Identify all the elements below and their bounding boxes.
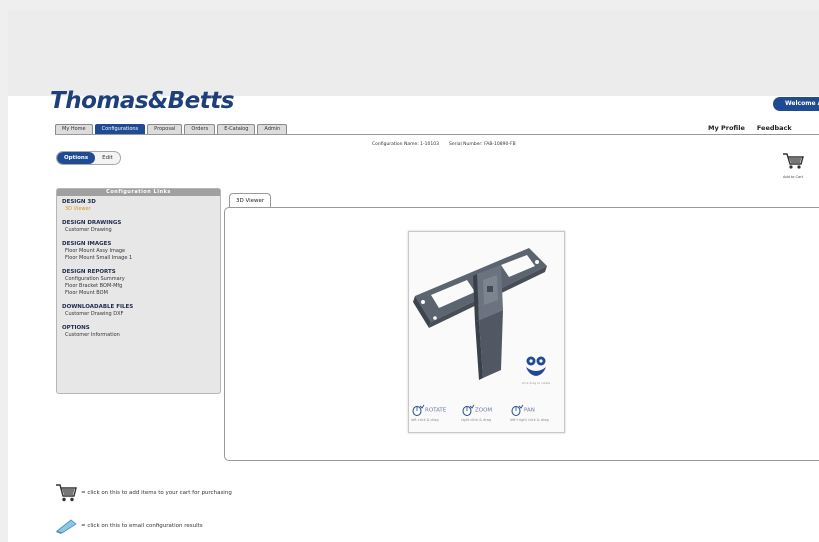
cart-icon[interactable] (55, 483, 77, 503)
rotate-control[interactable]: ROTATE left click & drag (411, 404, 446, 422)
link-customer-drawing-dxf[interactable]: Customer Drawing DXF (62, 311, 220, 318)
configuration-info: Configuration Name: 1-10103 Serial Numbe… (372, 142, 516, 147)
tab-3d-viewer[interactable]: 3D Viewer (229, 193, 272, 208)
panel-title: Configuration Links (57, 189, 220, 196)
top-band (8, 10, 819, 96)
section-design-reports: DESIGN REPORTS Configuration Summary Flo… (62, 268, 220, 297)
pan-control[interactable]: PAN left+right click & drag (510, 404, 549, 422)
email-icon[interactable] (55, 518, 77, 534)
serial-number: Serial Number: FAB-10890-FB (448, 142, 516, 147)
rotate-label: ROTATE (425, 407, 447, 414)
3d-viewer-frame[interactable]: click drag to rotate ROTATE left click &… (408, 231, 565, 433)
viewer-nav-icon (526, 356, 546, 376)
section-title: DOWNLOADABLE FILES (62, 304, 134, 310)
welcome-badge: Welcome A (773, 97, 819, 111)
tab-underline (55, 134, 819, 135)
legend-email-text: = click on this to email configuration r… (81, 523, 203, 529)
link-configuration-summary[interactable]: Configuration Summary (62, 276, 220, 283)
brand-logo[interactable]: Thomas&Betts (50, 88, 234, 114)
options-button[interactable]: Options (57, 152, 96, 164)
mode-toggle: Options Edit (56, 151, 121, 165)
section-design-images: DESIGN IMAGES Floor Mount Assy Image Flo… (62, 240, 220, 262)
legend-cart-text: = click on this to add items to your car… (81, 490, 232, 496)
cart-icon (783, 153, 804, 169)
section-options: OPTIONS Customer Information (62, 324, 220, 339)
link-customer-information[interactable]: Customer Information (62, 332, 220, 339)
configuration-links-panel: Configuration Links DESIGN 3D 3D Viewer … (56, 188, 221, 394)
mouse-pan-icon (511, 404, 524, 416)
section-downloadable-files: DOWNLOADABLE FILES Customer Drawing DXF (62, 303, 220, 318)
link-floor-bracket-bom[interactable]: Floor Bracket BOM-Mfg (62, 283, 220, 290)
link-3d-viewer[interactable]: 3D Viewer (62, 206, 220, 213)
section-title: DESIGN 3D (62, 199, 96, 205)
section-design-drawings: DESIGN DRAWINGS Customer Drawing (62, 219, 220, 234)
section-title: DESIGN IMAGES (62, 241, 112, 247)
mouse-rotate-icon (412, 404, 425, 416)
viewer-nav-hint: click drag to rotate (521, 381, 551, 385)
section-design-3d: DESIGN 3D 3D Viewer (62, 198, 220, 213)
pan-hint: left+right click & drag (510, 418, 549, 422)
zoom-control[interactable]: ZOOM right click & drag (461, 404, 492, 422)
configuration-name: Configuration Name: 1-10103 (372, 142, 439, 147)
link-floor-mount-bom[interactable]: Floor Mount BOM (62, 290, 220, 297)
header-links: My Profile Feedback (708, 124, 792, 132)
add-to-cart-button[interactable]: Add to Cart (778, 152, 808, 179)
zoom-hint: right click & drag (461, 418, 492, 422)
legend-email: = click on this to email configuration r… (55, 518, 203, 534)
link-floor-mount-assy-image[interactable]: Floor Mount Assy Image (62, 248, 220, 255)
rotate-hint: left click & drag (411, 418, 439, 422)
link-customer-drawing[interactable]: Customer Drawing (62, 227, 220, 234)
mouse-zoom-icon (462, 404, 475, 416)
my-profile-link[interactable]: My Profile (708, 124, 745, 132)
section-title: DESIGN REPORTS (62, 269, 116, 275)
zoom-label: ZOOM (475, 407, 493, 414)
add-to-cart-label: Add to Cart (783, 175, 803, 179)
legend-cart: = click on this to add items to your car… (55, 483, 232, 503)
link-floor-mount-small-image[interactable]: Floor Mount Small Image 1 (62, 255, 220, 262)
section-title: OPTIONS (62, 325, 90, 331)
section-title: DESIGN DRAWINGS (62, 220, 122, 226)
edit-button[interactable]: Edit (95, 152, 120, 164)
viewer-nav-badge[interactable]: click drag to rotate (521, 355, 551, 385)
feedback-link[interactable]: Feedback (757, 124, 792, 132)
pan-label: PAN (524, 407, 535, 414)
